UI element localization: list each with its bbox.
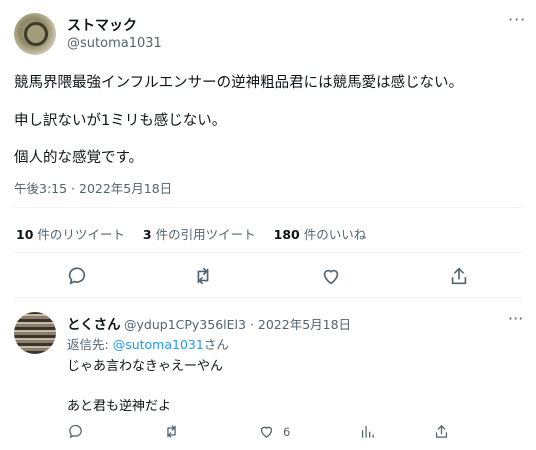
analytics-icon[interactable] bbox=[359, 423, 376, 440]
tweet-text-line: 競馬界隈最強インフルエンサーの逆神粗品君には競馬愛は感じない。 bbox=[14, 75, 464, 91]
reply-icon[interactable] bbox=[66, 265, 88, 287]
tweet-text-line: 個人的な感覚です。 bbox=[14, 150, 144, 166]
like-stat[interactable]: 180 件のいいね bbox=[274, 224, 367, 243]
divider bbox=[14, 207, 522, 208]
retweet-stat[interactable]: 10 件のリツイート bbox=[16, 224, 125, 243]
share-icon[interactable] bbox=[448, 265, 470, 287]
divider bbox=[14, 252, 522, 253]
retweet-icon[interactable] bbox=[163, 423, 180, 440]
reply-text-line: じゃあ言わなきゃえーやん bbox=[67, 359, 224, 374]
avatar[interactable] bbox=[14, 312, 56, 354]
avatar[interactable] bbox=[14, 13, 56, 55]
tweet-actions bbox=[0, 265, 536, 289]
reply-text-line: あと君も逆神だよ bbox=[67, 399, 172, 414]
author-name[interactable]: ストマック bbox=[67, 15, 137, 35]
tweet-timestamp[interactable]: 午後3:15 · 2022年5月18日 bbox=[14, 178, 172, 197]
reply-tweet[interactable]: とくさん @ydup1CPy356lEl3 · 2022年5月18日 ··· 返… bbox=[0, 305, 536, 450]
divider bbox=[14, 297, 522, 298]
mention-link[interactable]: @sutoma1031 bbox=[113, 337, 204, 352]
like-icon[interactable]: 6 bbox=[258, 423, 290, 440]
more-options-button[interactable]: ··· bbox=[508, 309, 523, 328]
reply-meta[interactable]: @ydup1CPy356lEl3 · 2022年5月18日 bbox=[124, 314, 351, 333]
like-icon[interactable] bbox=[320, 265, 342, 287]
tweet-text-line: 申し訳ないが1ミリも感じない。 bbox=[14, 113, 227, 129]
reply-icon[interactable] bbox=[67, 423, 84, 440]
reply-actions: 6 bbox=[0, 423, 536, 443]
like-count: 6 bbox=[283, 424, 291, 439]
author-handle[interactable]: @sutoma1031 bbox=[67, 36, 162, 51]
share-icon[interactable] bbox=[433, 423, 450, 440]
tweet-stats: 10 件のリツイート 3 件の引用ツイート 180 件のいいね bbox=[16, 224, 366, 243]
quote-stat[interactable]: 3 件の引用ツイート bbox=[143, 224, 256, 243]
replying-to: 返信先: @sutoma1031さん bbox=[67, 337, 229, 352]
reply-author-name[interactable]: とくさん bbox=[67, 313, 121, 333]
more-options-button[interactable]: ··· bbox=[508, 10, 526, 29]
retweet-icon[interactable] bbox=[192, 265, 214, 287]
